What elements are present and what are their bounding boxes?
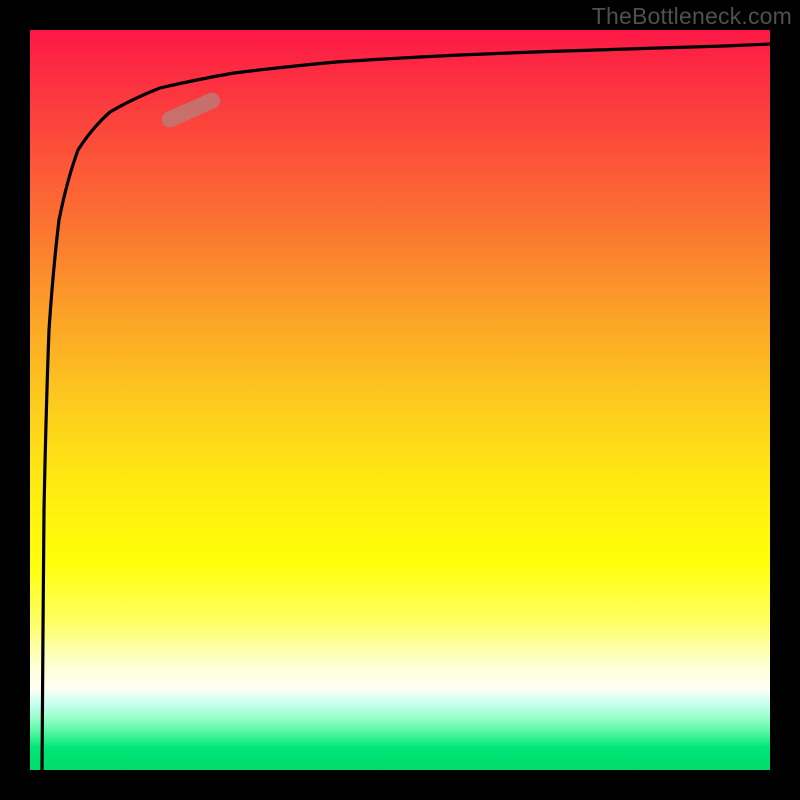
curve-marker: [159, 90, 222, 130]
curve-path: [42, 44, 770, 770]
curve-line: [30, 30, 770, 770]
chart-canvas: TheBottleneck.com: [0, 0, 800, 800]
plot-area: [30, 30, 770, 770]
attribution-label: TheBottleneck.com: [592, 3, 792, 30]
